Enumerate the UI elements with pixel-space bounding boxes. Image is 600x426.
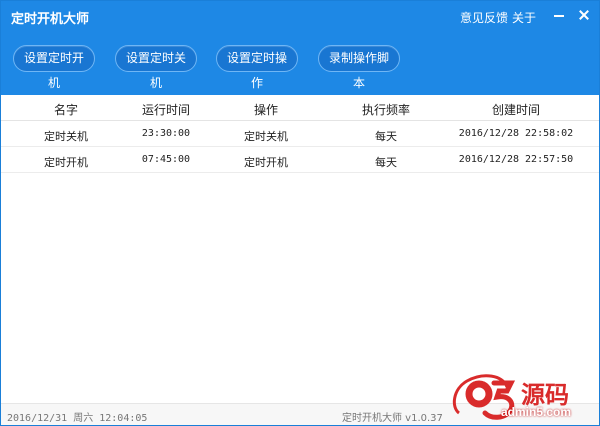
title-bar: 定时开机大师 意见反馈 关于 [1,1,599,31]
set-scheduled-operation-button[interactable]: 设置定时操作 [216,45,298,90]
app-window: 定时开机大师 意见反馈 关于 设置定时开机 设置定时关机 设置定时操作 录制操作… [0,0,600,426]
column-header-created-time: 创建时间 [491,103,540,117]
table-row[interactable]: 定时开机 07:45:00 定时开机 每天 2016/12/28 22:57:5… [1,147,599,173]
watermark-site: admin5.com [501,405,572,419]
cell-created-time: 2016/12/28 22:58:02 [458,128,574,139]
column-header-operation: 操作 [253,103,278,117]
about-link[interactable]: 关于 [512,9,536,26]
cell-operation: 定时关机 [244,130,288,143]
header: 定时开机大师 意见反馈 关于 设置定时开机 设置定时关机 设置定时操作 录制操作… [1,1,599,95]
table-header: 名字 运行时间 操作 执行频率 创建时间 [1,95,599,121]
cell-frequency: 每天 [375,156,397,169]
close-icon[interactable] [575,6,593,24]
status-version: 定时开机大师 v1.0.37 [342,413,443,424]
feedback-link[interactable]: 意见反馈 [460,9,508,26]
app-title: 定时开机大师 [11,12,90,27]
schedule-table: 名字 运行时间 操作 执行频率 创建时间 定时关机 23:30:00 定时关机 … [1,95,599,173]
watermark-logo: 源码 admin5.com [449,369,600,426]
set-scheduled-boot-button[interactable]: 设置定时开机 [13,45,95,90]
cell-operation: 定时开机 [244,156,288,169]
column-header-frequency: 执行频率 [361,103,410,117]
minimize-icon[interactable] [550,6,568,24]
cell-created-time: 2016/12/28 22:57:50 [458,154,574,165]
set-scheduled-shutdown-button[interactable]: 设置定时关机 [115,45,197,90]
cell-frequency: 每天 [375,130,397,143]
toolbar: 设置定时开机 设置定时关机 设置定时操作 录制操作脚本 [1,45,599,90]
record-script-button[interactable]: 录制操作脚本 [318,45,400,90]
status-datetime: 2016/12/31 周六 12:04:05 [7,413,148,424]
table-row[interactable]: 定时关机 23:30:00 定时关机 每天 2016/12/28 22:58:0… [1,121,599,147]
